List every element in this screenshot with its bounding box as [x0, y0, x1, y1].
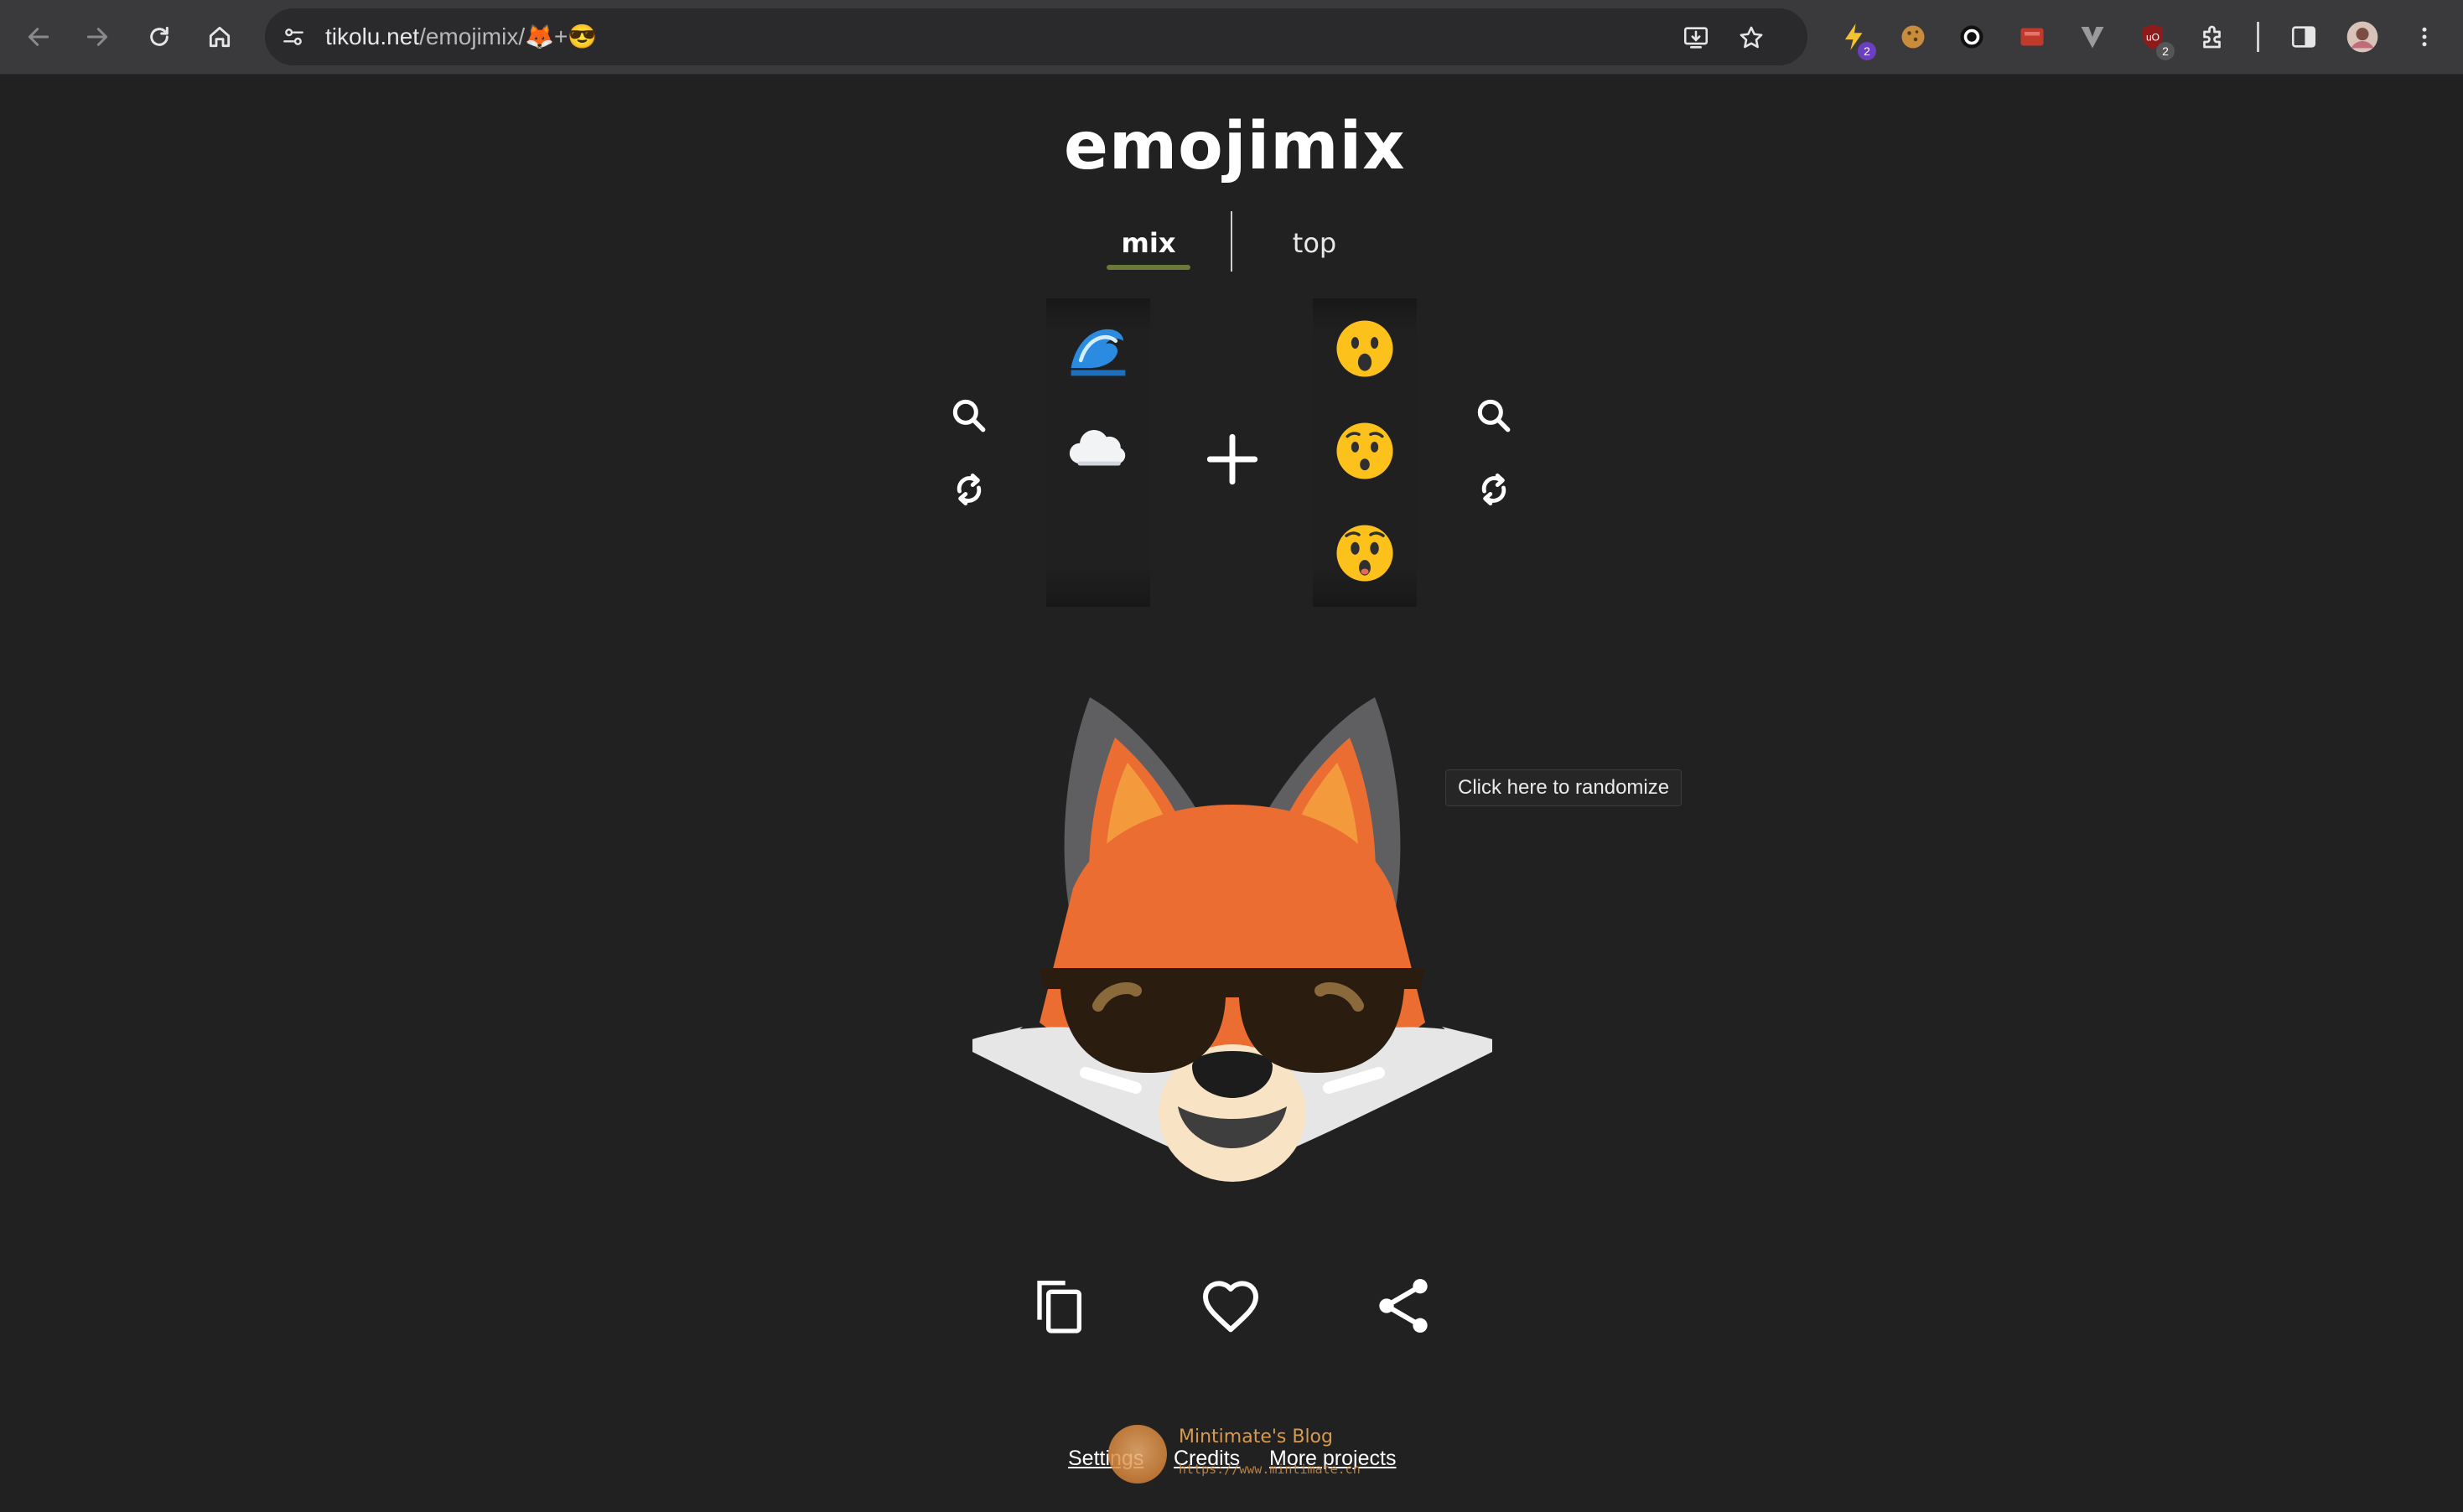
search-icon	[1477, 399, 1511, 432]
more-vertical-icon	[2422, 27, 2427, 47]
home-button[interactable]	[200, 17, 240, 57]
left-emoji-scroller[interactable]	[1046, 298, 1150, 607]
toolbar-divider	[2257, 22, 2259, 52]
extensions-menu-button[interactable]	[2195, 18, 2232, 55]
face-astonished-icon	[1336, 525, 1393, 582]
left-randomize-button[interactable]	[946, 466, 993, 513]
puzzle-icon	[2203, 25, 2221, 49]
bookmark-star-icon[interactable]	[1737, 23, 1766, 52]
profile-avatar[interactable]	[2344, 18, 2381, 55]
svg-text:uO: uO	[2146, 32, 2160, 44]
share-icon	[1379, 1279, 1428, 1333]
watermark-logo	[1108, 1425, 1167, 1484]
home-icon	[209, 26, 231, 48]
favorite-button[interactable]	[1190, 1266, 1271, 1346]
emoji-option[interactable]	[1313, 401, 1417, 501]
browser-menu-button[interactable]	[2406, 18, 2443, 55]
heart-icon	[1203, 1281, 1258, 1333]
forward-arrow-icon	[86, 28, 108, 46]
cookie-extension-icon	[1901, 25, 1925, 49]
reload-icon	[150, 26, 169, 46]
forward-button[interactable]	[77, 17, 117, 57]
face-open-mouth-icon	[1336, 320, 1393, 377]
site-title: emojimix	[1064, 109, 1406, 184]
tab-top[interactable]: top	[1273, 220, 1356, 267]
share-button[interactable]	[1363, 1266, 1444, 1346]
back-arrow-icon	[28, 28, 49, 46]
extension-1-badge: 2	[1858, 42, 1876, 60]
circle-extension-icon	[1960, 25, 1983, 49]
watermark-url: https://www.mintimate.cn	[1179, 1462, 1361, 1477]
side-panel-button[interactable]	[2285, 18, 2322, 55]
right-emoji-scroller[interactable]	[1313, 298, 1417, 607]
cloud-icon	[1069, 430, 1126, 466]
extension-3[interactable]	[1953, 18, 1990, 55]
randomize-tooltip: Click here to randomize	[1445, 769, 1683, 806]
url-path: /emojimix/🦊+😎	[419, 23, 598, 49]
extension-5[interactable]	[2074, 18, 2111, 55]
extension-6-badge: 2	[2156, 42, 2175, 60]
install-app-icon[interactable]	[1682, 23, 1710, 52]
refresh-icon	[1481, 473, 1506, 506]
emoji-option[interactable]	[1046, 298, 1150, 399]
right-randomize-button[interactable]	[1470, 466, 1517, 513]
extension-6[interactable]: uO 2	[2134, 18, 2175, 60]
extension-4[interactable]	[2014, 18, 2051, 55]
tab-mix-indicator	[1107, 265, 1190, 270]
extension-1[interactable]: 2	[1836, 18, 1876, 60]
site-settings-icon[interactable]	[280, 23, 307, 50]
url-text[interactable]: tikolu.net/emojimix/🦊+😎	[325, 8, 597, 65]
browser-toolbar: tikolu.net/emojimix/🦊+😎 2 uO 2	[0, 0, 2463, 75]
search-icon	[952, 399, 986, 432]
right-search-button[interactable]	[1470, 392, 1517, 439]
emoji-option[interactable]	[1046, 399, 1150, 500]
address-bar[interactable]: tikolu.net/emojimix/🦊+😎	[265, 8, 1807, 65]
result-emoji[interactable]	[972, 687, 1492, 1190]
plus-icon	[1206, 433, 1258, 485]
emoji-option[interactable]	[1313, 503, 1417, 603]
reload-button[interactable]	[139, 17, 179, 57]
copy-button[interactable]	[1019, 1266, 1100, 1346]
watermark-title: Mintimate's Blog	[1179, 1427, 1333, 1447]
emoji-option[interactable]	[1313, 298, 1417, 399]
tab-divider	[1231, 211, 1232, 272]
extension-2[interactable]	[1895, 18, 1932, 55]
water-wave-icon	[1071, 329, 1126, 376]
red-square-extension-icon	[2020, 28, 2044, 46]
left-search-button[interactable]	[946, 392, 993, 439]
copy-icon	[1037, 1281, 1081, 1333]
tab-mix[interactable]: mix	[1107, 220, 1190, 267]
back-button[interactable]	[18, 17, 59, 57]
refresh-icon	[957, 473, 982, 506]
avatar-icon	[2346, 21, 2378, 53]
url-host: tikolu.net	[325, 23, 420, 49]
face-hushed-icon	[1336, 422, 1393, 479]
side-panel-icon	[2291, 26, 2316, 48]
v-extension-icon	[2081, 27, 2104, 49]
